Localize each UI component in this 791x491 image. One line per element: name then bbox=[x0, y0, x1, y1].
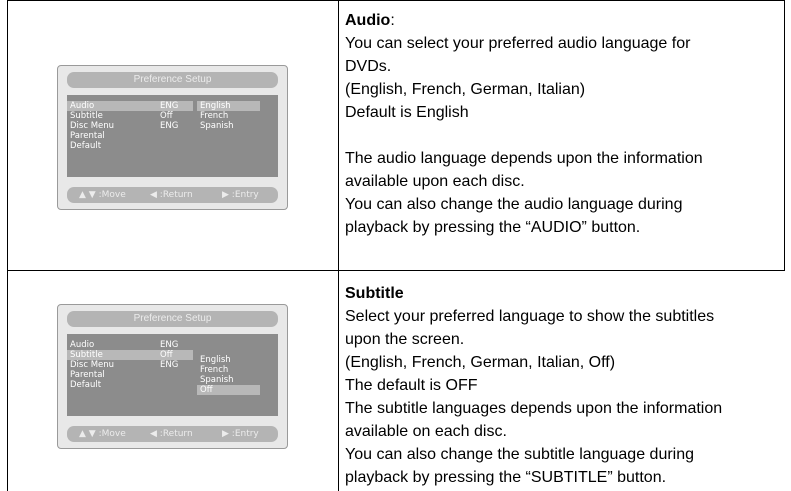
osd-menu-item-audio: Audio bbox=[70, 340, 95, 350]
osd-footer-move: ▲ ▼ :Move bbox=[79, 429, 126, 439]
table-left-border bbox=[7, 0, 8, 491]
osd-value-subtitle: Off bbox=[160, 111, 173, 121]
audio-description: Audio: You can select your preferred aud… bbox=[345, 9, 785, 239]
subtitle-description: Subtitle Select your preferred language … bbox=[345, 282, 785, 489]
preference-setup-screen-audio: Preference Setup Audio Subtitle Disc Men… bbox=[57, 65, 288, 210]
osd-value-subtitle: Off bbox=[160, 350, 173, 360]
osd-footer-return: ◀ :Return bbox=[150, 429, 193, 439]
osd-menu-item-default: Default bbox=[70, 380, 102, 390]
osd-value-disc-menu: ENG bbox=[160, 360, 179, 370]
subtitle-line: available on each disc. bbox=[345, 423, 507, 440]
osd-option-spanish: Spanish bbox=[200, 375, 234, 385]
audio-line: The audio language depends upon the info… bbox=[345, 150, 703, 167]
osd-value-audio: ENG bbox=[160, 101, 179, 111]
audio-title: Audio bbox=[345, 12, 391, 29]
osd-option-spanish: Spanish bbox=[200, 121, 234, 131]
audio-line: (English, French, German, Italian) bbox=[345, 81, 586, 98]
audio-line: playback by pressing the “AUDIO” button. bbox=[345, 219, 641, 236]
osd-menu-item-disc-menu: Disc Menu bbox=[70, 360, 115, 370]
osd-footer: ▲ ▼ :Move ◀ :Return ▶ :Entry bbox=[67, 187, 278, 203]
osd-menu-item-disc-menu: Disc Menu bbox=[70, 121, 115, 131]
subtitle-line: (English, French, German, Italian, Off) bbox=[345, 354, 616, 371]
osd-footer-return: ◀ :Return bbox=[150, 190, 193, 200]
osd-value-disc-menu: ENG bbox=[160, 121, 179, 131]
preference-setup-screen-subtitle: Preference Setup Audio Subtitle Disc Men… bbox=[57, 304, 288, 449]
table-top-border bbox=[7, 0, 784, 1]
subtitle-line: upon the screen. bbox=[345, 331, 465, 348]
osd-menu-item-parental: Parental bbox=[70, 370, 105, 380]
audio-line: You can also change the audio language d… bbox=[345, 196, 683, 213]
osd-menu-item-parental: Parental bbox=[70, 131, 105, 141]
osd-footer-move: ▲ ▼ :Move bbox=[79, 190, 126, 200]
osd-footer-entry: ▶ :Entry bbox=[222, 190, 259, 200]
osd-menu-panel: Audio Subtitle Disc Menu Parental Defaul… bbox=[67, 334, 278, 416]
osd-footer-entry: ▶ :Entry bbox=[222, 429, 259, 439]
audio-line: available upon each disc. bbox=[345, 173, 525, 190]
osd-option-french: French bbox=[200, 111, 229, 121]
audio-line: Default is English bbox=[345, 104, 469, 121]
subtitle-line: The default is OFF bbox=[345, 377, 478, 394]
audio-line: DVDs. bbox=[345, 58, 392, 75]
audio-line-blank bbox=[345, 124, 785, 147]
osd-header: Preference Setup bbox=[67, 311, 278, 327]
osd-menu-item-subtitle: Subtitle bbox=[70, 111, 103, 121]
osd-header: Preference Setup bbox=[67, 72, 278, 88]
table-column-divider bbox=[338, 0, 339, 491]
subtitle-line: You can also change the subtitle languag… bbox=[345, 446, 695, 463]
subtitle-line: The subtitle languages depends upon the … bbox=[345, 400, 723, 417]
table-row-divider bbox=[7, 270, 784, 271]
audio-title-suffix: : bbox=[390, 12, 395, 29]
osd-menu-panel: Audio Subtitle Disc Menu Parental Defaul… bbox=[67, 95, 278, 177]
osd-menu-item-default: Default bbox=[70, 141, 102, 151]
osd-menu-item-audio: Audio bbox=[70, 101, 95, 111]
osd-option-off: Off bbox=[197, 385, 260, 395]
subtitle-line: playback by pressing the “SUBTITLE” butt… bbox=[345, 469, 667, 486]
subtitle-title: Subtitle bbox=[345, 285, 404, 302]
osd-footer: ▲ ▼ :Move ◀ :Return ▶ :Entry bbox=[67, 426, 278, 442]
osd-option-french: French bbox=[200, 365, 229, 375]
osd-value-audio: ENG bbox=[160, 340, 179, 350]
osd-menu-item-subtitle: Subtitle bbox=[70, 350, 103, 360]
subtitle-line: Select your preferred language to show t… bbox=[345, 308, 715, 325]
audio-line: You can select your preferred audio lang… bbox=[345, 35, 691, 52]
osd-option-english: English bbox=[197, 101, 260, 111]
osd-option-english: English bbox=[200, 355, 231, 365]
